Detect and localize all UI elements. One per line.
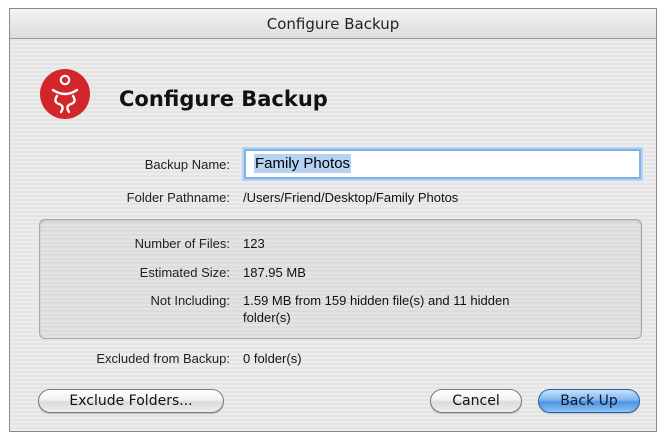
back-up-button[interactable]: Back Up: [538, 389, 640, 413]
number-of-files-label: Number of Files:: [134, 236, 230, 251]
backup-name-input[interactable]: Family Photos: [244, 149, 641, 179]
backup-app-logo-icon: [40, 69, 90, 119]
exclude-folders-button[interactable]: Exclude Folders...: [38, 389, 224, 413]
backup-name-label: Backup Name:: [144, 157, 230, 172]
not-including-line-2: folder(s): [243, 310, 291, 325]
folder-pathname-value: /Users/Friend/Desktop/Family Photos: [243, 190, 459, 205]
configure-backup-window: Configure Backup Configure Backup Backup…: [9, 8, 657, 432]
number-of-files-value: 123: [243, 236, 265, 251]
backup-name-value: Family Photos: [254, 154, 352, 173]
estimated-size-value: 187.95 MB: [243, 265, 306, 280]
excluded-from-backup-value: 0 folder(s): [243, 351, 302, 366]
not-including-line-1: 1.59 MB from 159 hidden file(s) and 11 h…: [243, 293, 510, 308]
window-title: Configure Backup: [10, 9, 656, 39]
dialog-heading: Configure Backup: [119, 87, 328, 111]
estimated-size-label: Estimated Size:: [139, 265, 230, 280]
folder-pathname-label: Folder Pathname:: [126, 190, 230, 205]
not-including-label: Not Including:: [150, 293, 231, 308]
cancel-button[interactable]: Cancel: [430, 389, 522, 413]
excluded-from-backup-label: Excluded from Backup:: [96, 351, 230, 366]
